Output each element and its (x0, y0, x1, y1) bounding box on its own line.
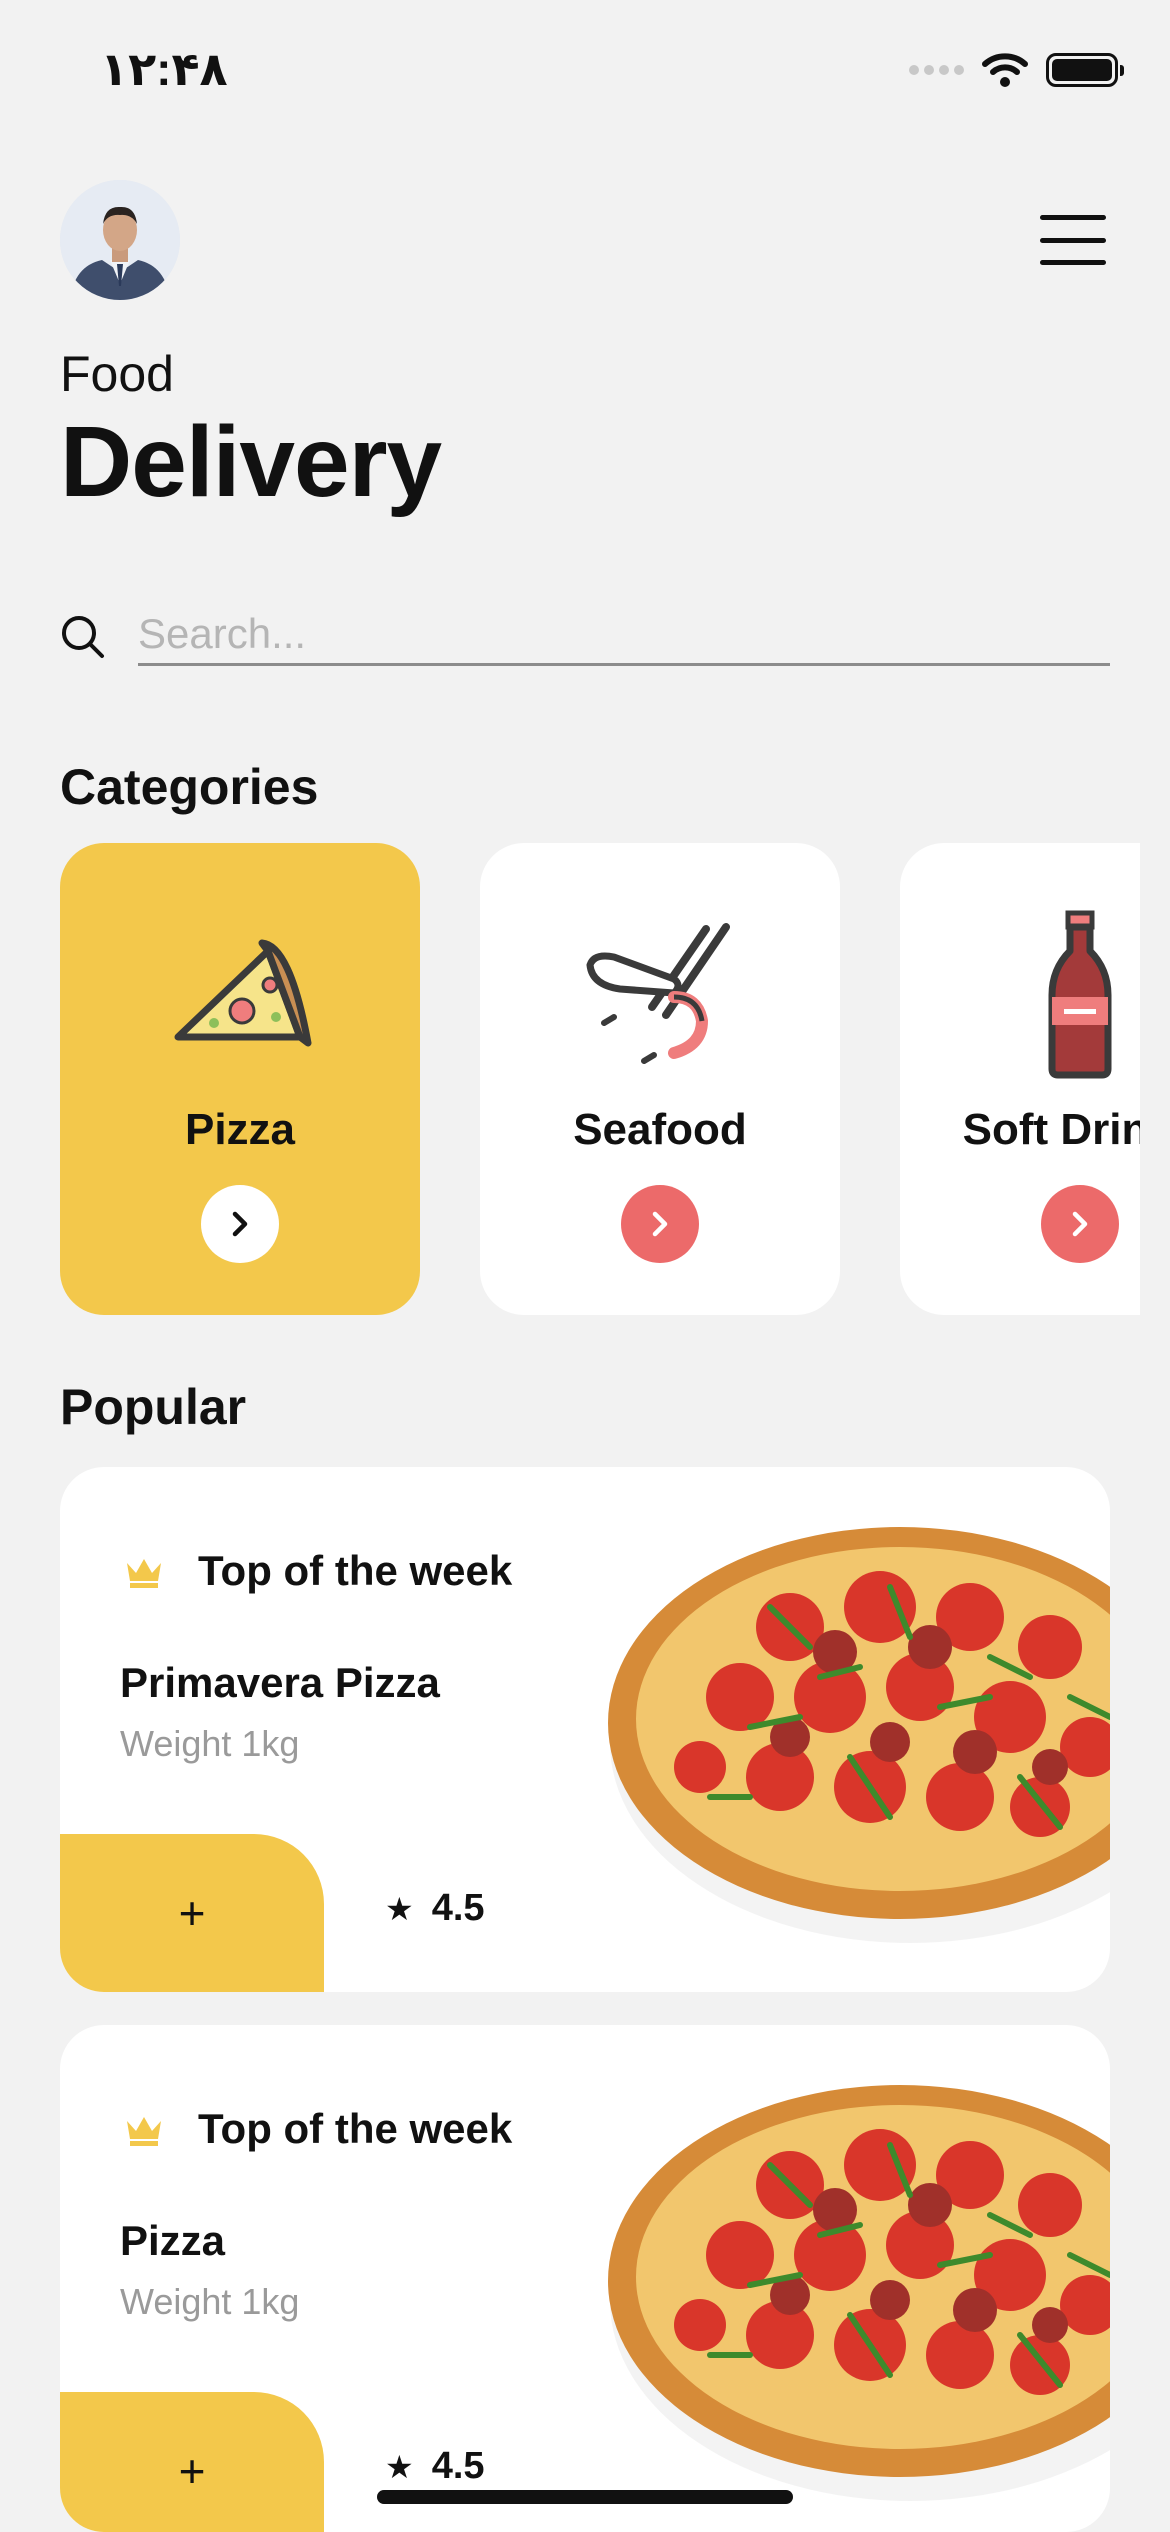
product-name: Primavera Pizza (120, 1659, 440, 1706)
soda-bottle-icon (1048, 910, 1112, 1079)
product-name: Pizza (120, 2217, 226, 2264)
chevron-right-icon (1072, 1211, 1088, 1237)
category-label: Pizza (184, 1105, 296, 1154)
category-card-pizza[interactable]: Pizza (60, 843, 420, 1315)
category-card-seafood[interactable]: Seafood (480, 843, 840, 1315)
product-weight: Weight 1kg (120, 1723, 300, 1764)
menu-line (1040, 237, 1106, 243)
popular-card[interactable]: Top of the week Pizza Weight 1kg + ★ 4.5 (60, 2025, 1110, 2532)
category-go-button[interactable] (201, 1185, 279, 1263)
menu-line (1040, 260, 1106, 265)
page-title: Delivery (60, 406, 442, 518)
chevron-right-icon (232, 1211, 248, 1237)
pizza-image (608, 2085, 1110, 2501)
chevron-right-icon (652, 1211, 668, 1237)
star-icon: ★ (385, 1890, 414, 1927)
rating: ★ 4.5 (385, 1887, 485, 1930)
search-icon[interactable] (60, 614, 106, 660)
pizza-icon (174, 939, 312, 1047)
category-go-button[interactable] (1041, 1185, 1119, 1263)
category-label: Soft Drinks (962, 1105, 1140, 1154)
menu-line (1040, 215, 1106, 220)
category-go-button[interactable] (621, 1185, 699, 1263)
rating: ★ 4.5 (385, 2445, 485, 2488)
signal-icon (909, 65, 964, 75)
page-subtitle: Food (60, 346, 174, 402)
add-to-cart-button[interactable]: + (60, 2392, 324, 2532)
rating-value: 4.5 (431, 1887, 485, 1929)
avatar[interactable] (60, 180, 180, 300)
home-indicator[interactable] (377, 2490, 793, 2504)
rating-value: 4.5 (431, 2445, 485, 2487)
status-time: ۱۲:۴۸ (100, 43, 228, 95)
pizza-image (608, 1527, 1110, 1943)
wifi-icon (982, 53, 1028, 87)
add-to-cart-button[interactable]: + (60, 1834, 324, 1992)
search-input[interactable] (138, 604, 1110, 666)
battery-icon (1046, 53, 1124, 87)
popular-tag: Top of the week (198, 2105, 513, 2152)
crown-icon (127, 2117, 161, 2146)
category-label: Seafood (573, 1105, 747, 1154)
popular-card[interactable]: Top of the week Primavera Pizza Weight 1… (60, 1467, 1110, 1992)
popular-tag: Top of the week (198, 1547, 513, 1594)
categories-heading: Categories (60, 759, 319, 815)
star-icon: ★ (385, 2448, 414, 2485)
menu-button[interactable] (1040, 215, 1106, 265)
crown-icon (127, 1559, 161, 1588)
category-card-soft-drinks[interactable]: Soft Drinks (900, 843, 1140, 1315)
shrimp-icon (586, 923, 730, 1064)
product-weight: Weight 1kg (120, 2281, 300, 2322)
categories-carousel[interactable]: Pizza Seafood Soft Drinks (0, 843, 1140, 1318)
status-icons (909, 52, 1124, 88)
popular-heading: Popular (60, 1379, 247, 1435)
